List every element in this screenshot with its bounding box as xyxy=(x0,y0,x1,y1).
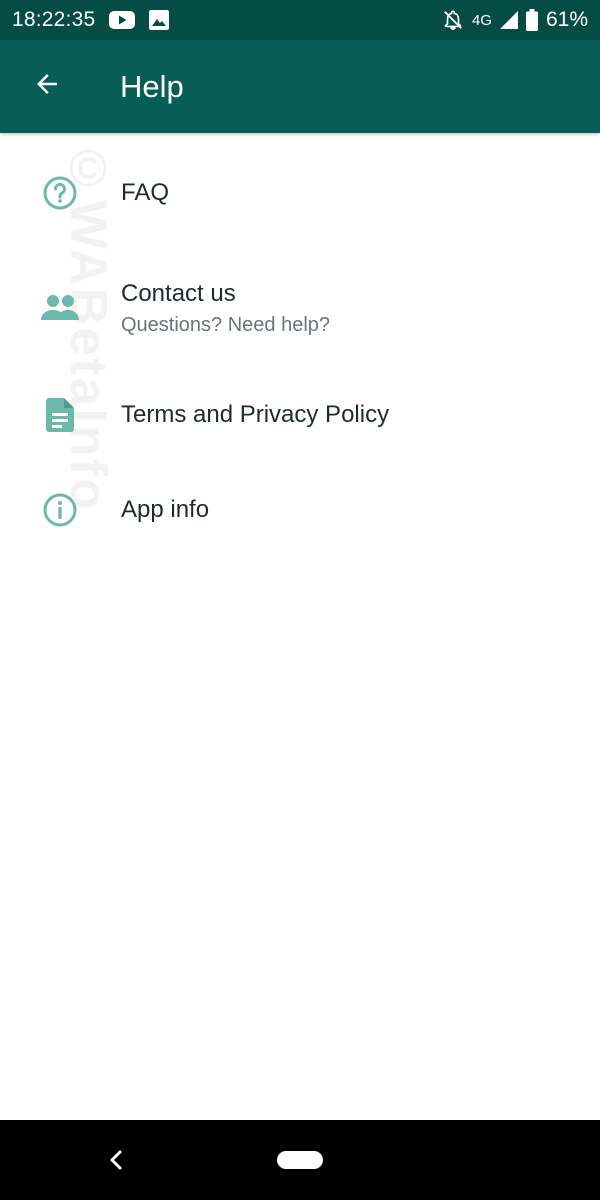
network-type: 4G xyxy=(471,11,492,29)
nav-back-icon[interactable] xyxy=(100,1144,132,1176)
document-icon xyxy=(40,395,80,435)
help-menu: FAQ Contact us Questions? Need help? Ter… xyxy=(0,133,600,553)
menu-label: FAQ xyxy=(121,179,170,206)
menu-item-app-info[interactable]: App info xyxy=(0,467,600,553)
status-right: 4G 61% xyxy=(442,8,588,32)
menu-item-terms-privacy[interactable]: Terms and Privacy Policy xyxy=(0,363,600,467)
youtube-icon xyxy=(109,11,136,29)
menu-sublabel: Questions? Need help? xyxy=(121,313,331,336)
menu-text: App info xyxy=(121,496,209,524)
menu-text: FAQ xyxy=(121,179,169,207)
contacts-icon xyxy=(40,288,80,328)
status-time: 18:22:35 xyxy=(12,8,96,31)
menu-label: Contact us xyxy=(121,279,236,307)
menu-label: Terms and Privacy Policy xyxy=(121,401,390,428)
menu-item-faq[interactable]: FAQ xyxy=(0,133,600,253)
notifications-off-icon xyxy=(442,9,464,31)
menu-item-contact-us[interactable]: Contact us Questions? Need help? xyxy=(0,253,600,363)
battery-icon xyxy=(525,9,538,31)
status-bar: 18:22:35 4G 61% xyxy=(0,0,600,40)
back-button[interactable] xyxy=(0,40,94,133)
status-left: 18:22:35 xyxy=(12,8,170,32)
menu-label: App info xyxy=(121,496,210,523)
arrow-back-icon xyxy=(32,69,62,104)
nav-home-pill[interactable] xyxy=(277,1151,323,1169)
menu-text: Terms and Privacy Policy xyxy=(121,401,389,429)
image-icon xyxy=(149,10,170,30)
navigation-bar xyxy=(0,1120,600,1200)
info-icon xyxy=(40,490,80,530)
help-circle-icon xyxy=(40,173,80,213)
page-title: Help xyxy=(120,68,184,104)
menu-text: Contact us Questions? Need help? xyxy=(121,280,330,337)
battery-percent: 61% xyxy=(545,8,588,31)
app-bar: Help xyxy=(0,40,600,133)
signal-icon xyxy=(499,11,518,29)
